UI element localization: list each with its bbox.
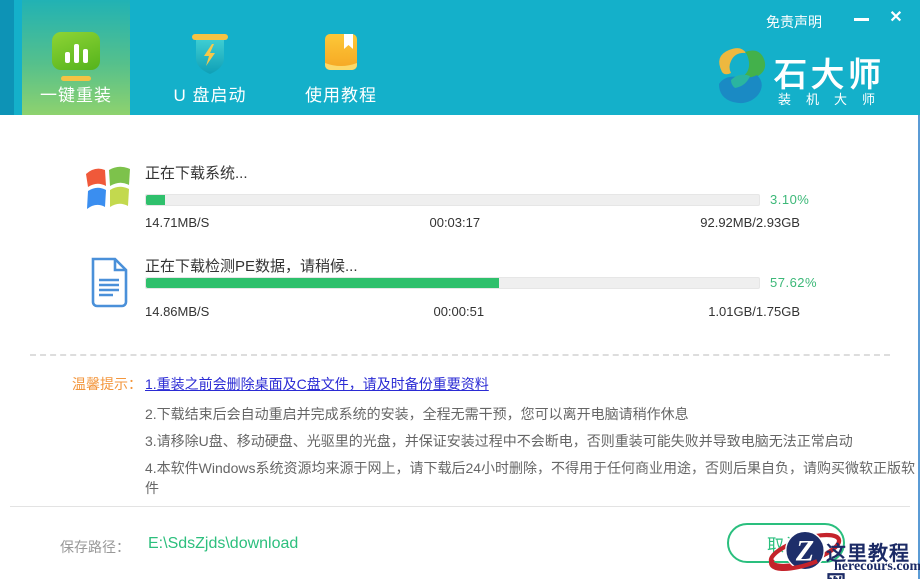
download-stats-row: 14.71MB/S 00:03:17 92.92MB/2.93GB xyxy=(145,215,800,230)
close-button[interactable]: ✕ xyxy=(884,8,908,28)
app-window: 一键重装 U 盘启动 xyxy=(0,0,920,579)
tab-onekey-reinstall[interactable]: 一键重装 xyxy=(22,0,130,115)
tip-line-1: 1.重装之前会删除桌面及C盘文件，请及时备份重要资料 xyxy=(145,374,489,394)
size-label: 1.01GB/1.75GB xyxy=(708,304,800,319)
tab-label: 一键重装 xyxy=(22,81,130,106)
save-path-value[interactable]: E:\SdsZjds\download xyxy=(148,535,298,553)
tip-line-3: 3.请移除U盘、移动硬盘、光驱里的光盘，并保证安装过程中不会断电，否则重装可能失… xyxy=(145,431,853,451)
tip-line-4: 4.本软件Windows系统资源均来源于网上，请下载后24小时删除，不得用于任何… xyxy=(145,458,920,498)
percent-label: 3.10% xyxy=(770,192,809,207)
dashed-divider xyxy=(30,354,890,356)
progress-track xyxy=(145,194,760,206)
progress-fill xyxy=(146,278,499,288)
tab-usb-boot[interactable]: U 盘启动 xyxy=(152,0,268,115)
usb-shield-icon xyxy=(190,32,230,85)
minimize-button[interactable] xyxy=(851,10,873,28)
disclaimer-link[interactable]: 免责声明 xyxy=(766,12,822,32)
tab-label: 使用教程 xyxy=(285,81,397,106)
tips-label: 温馨提示： xyxy=(72,374,142,394)
bar-chart-icon xyxy=(52,32,100,70)
time-label: 00:03:17 xyxy=(429,215,480,230)
time-label: 00:00:51 xyxy=(433,304,484,319)
footer-divider xyxy=(10,506,910,507)
size-label: 92.92MB/2.93GB xyxy=(700,215,800,230)
header-bar: 一键重装 U 盘启动 xyxy=(0,0,920,115)
brand-swirl-logo-icon xyxy=(712,44,768,111)
tab-tutorial[interactable]: 使用教程 xyxy=(285,0,397,115)
download-stats-row: 14.86MB/S 00:00:51 1.01GB/1.75GB xyxy=(145,304,800,319)
windows-logo-icon xyxy=(80,160,136,223)
minimize-icon xyxy=(854,18,869,21)
cancel-button[interactable]: 取消 xyxy=(727,523,845,563)
book-icon xyxy=(321,32,361,81)
watermark-domain: herecours.com xyxy=(834,559,920,575)
download-title: 正在下载检测PE数据，请稍候... xyxy=(145,255,358,276)
save-path-label: 保存路径： xyxy=(60,537,130,557)
tip-line-2: 2.下载结束后会自动重启并完成系统的安装，全程无需干预，您可以离开电脑请稍作休息 xyxy=(145,404,689,424)
download-title: 正在下载系统... xyxy=(145,162,248,183)
tab-label: U 盘启动 xyxy=(152,81,268,106)
speed-label: 14.71MB/S xyxy=(145,215,209,230)
brand-subtitle: 装机大师 xyxy=(778,89,890,108)
progress-fill xyxy=(146,195,165,205)
document-icon xyxy=(86,256,132,313)
header-left-strip xyxy=(0,0,14,115)
speed-label: 14.86MB/S xyxy=(145,304,209,319)
progress-track xyxy=(145,277,760,289)
percent-label: 57.62% xyxy=(770,275,817,290)
